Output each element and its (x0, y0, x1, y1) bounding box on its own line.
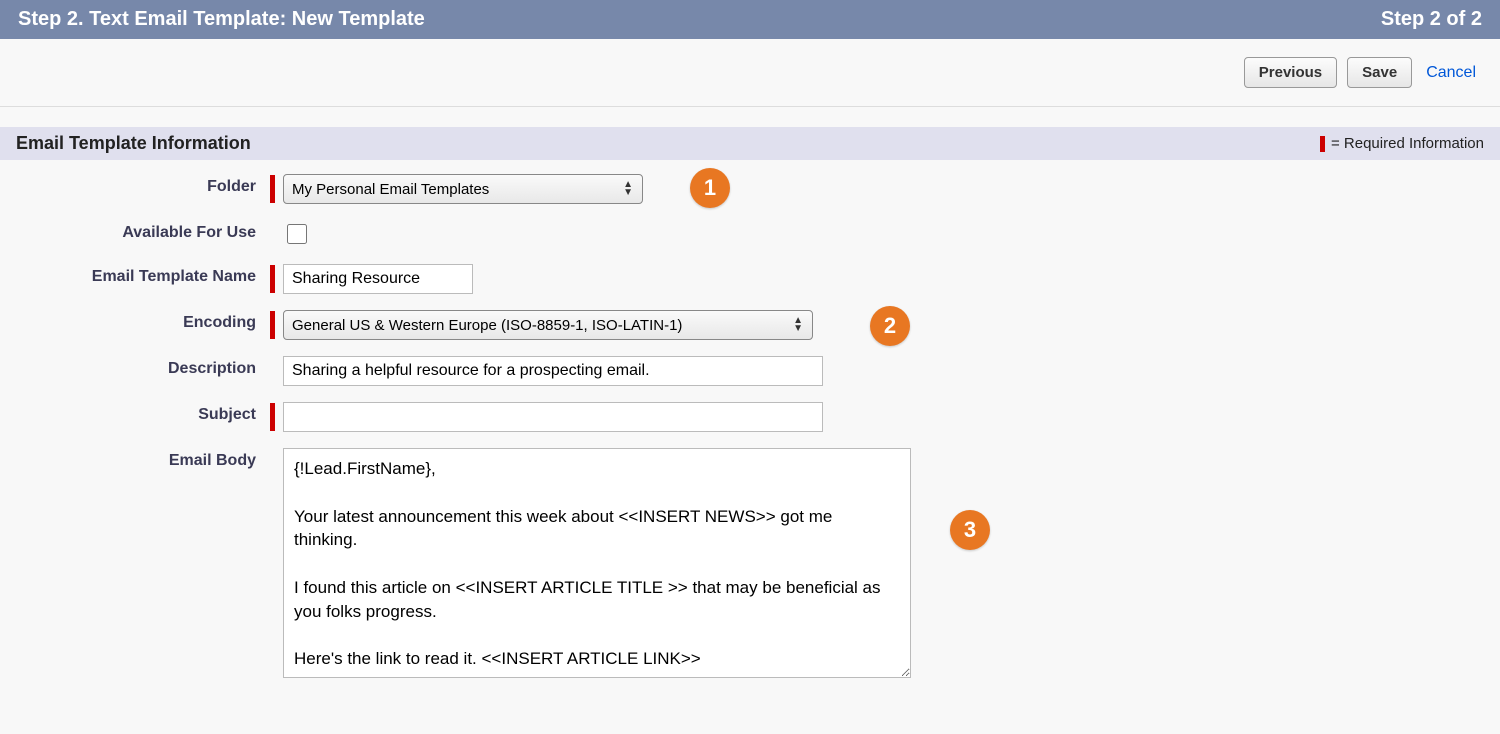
required-info-text: = Required Information (1331, 135, 1484, 152)
label-template-name: Email Template Name (0, 264, 270, 286)
wizard-header: Step 2. Text Email Template: New Templat… (0, 0, 1500, 39)
previous-button[interactable]: Previous (1244, 57, 1337, 88)
row-available: Available For Use (0, 220, 1500, 248)
callout-badge-3: 3 (950, 510, 990, 550)
label-encoding: Encoding (0, 310, 270, 332)
action-button-row: Previous Save Cancel (0, 39, 1500, 107)
email-body-textarea[interactable] (283, 448, 911, 678)
callout-badge-2: 2 (870, 306, 910, 346)
callout-badge-1: 1 (690, 168, 730, 208)
row-email-body: Email Body 3 (0, 448, 1500, 678)
row-folder: Folder My Personal Email Templates ▲▼ 1 (0, 174, 1500, 204)
section-header: Email Template Information = Required In… (0, 127, 1500, 160)
required-marker-icon (270, 175, 275, 203)
label-folder: Folder (0, 174, 270, 196)
description-input[interactable] (283, 356, 823, 386)
required-marker-icon (1320, 136, 1325, 152)
label-email-body: Email Body (0, 448, 270, 470)
save-button[interactable]: Save (1347, 57, 1412, 88)
form-area: Folder My Personal Email Templates ▲▼ 1 … (0, 160, 1500, 734)
label-subject: Subject (0, 402, 270, 424)
label-available: Available For Use (0, 220, 270, 242)
row-subject: Subject (0, 402, 1500, 432)
required-marker-icon (270, 403, 275, 431)
available-checkbox[interactable] (287, 224, 307, 244)
subject-input[interactable] (283, 402, 823, 432)
row-encoding: Encoding General US & Western Europe (IS… (0, 310, 1500, 340)
encoding-select[interactable]: General US & Western Europe (ISO-8859-1,… (283, 310, 813, 340)
cancel-link[interactable]: Cancel (1422, 58, 1480, 88)
required-marker-icon (270, 311, 275, 339)
wizard-step-indicator: Step 2 of 2 (1381, 8, 1482, 31)
section-title: Email Template Information (16, 133, 251, 154)
required-info-note: = Required Information (1320, 135, 1484, 152)
folder-select[interactable]: My Personal Email Templates (283, 174, 643, 204)
template-name-input[interactable] (283, 264, 473, 294)
wizard-title: Step 2. Text Email Template: New Templat… (18, 8, 425, 31)
row-template-name: Email Template Name (0, 264, 1500, 294)
required-marker-icon (270, 265, 275, 293)
label-description: Description (0, 356, 270, 378)
row-description: Description (0, 356, 1500, 386)
